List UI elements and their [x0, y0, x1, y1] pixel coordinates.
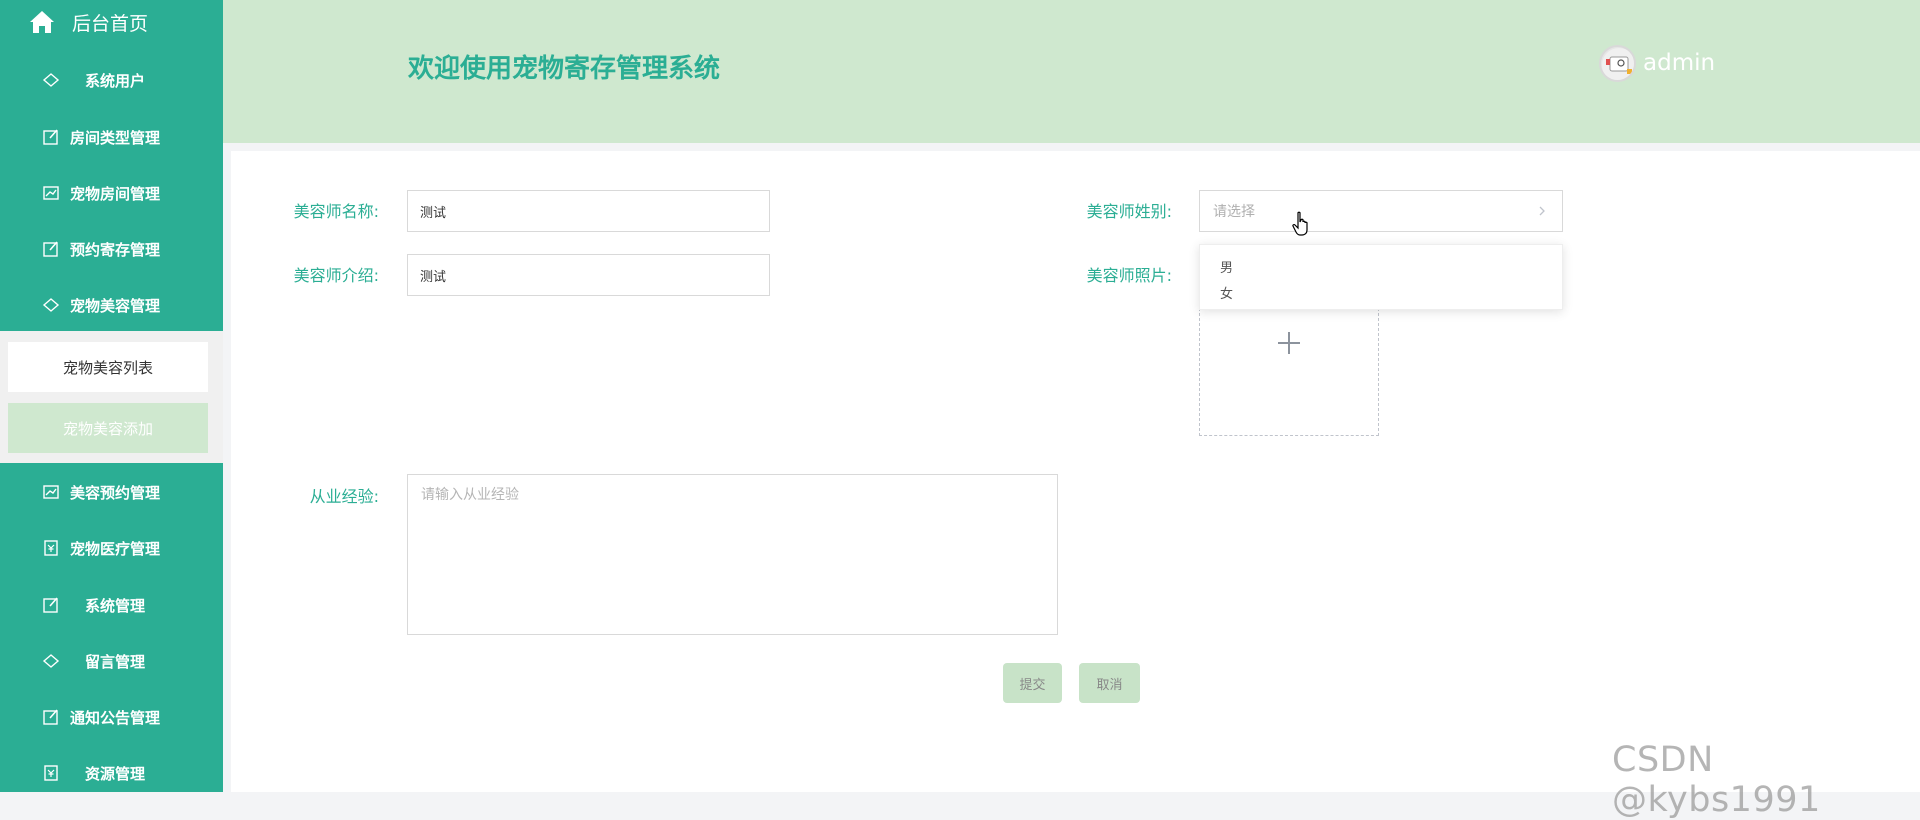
- submenu-item-grooming-list[interactable]: 宠物美容列表: [8, 342, 208, 392]
- sidebar-item-label: 美容预约管理: [70, 483, 161, 502]
- gender-dropdown: 男 女: [1199, 244, 1563, 310]
- sidebar-item-label: 房间类型管理: [70, 128, 161, 147]
- sidebar-item-label: 宠物房间管理: [70, 184, 161, 203]
- sidebar-item-label: 留言管理: [84, 652, 145, 671]
- sidebar-item-label: 系统用户: [84, 71, 145, 90]
- page-title: 欢迎使用宠物寄存管理系统: [408, 54, 721, 84]
- home-icon: [28, 9, 56, 35]
- hand-cursor-icon: [1292, 211, 1312, 237]
- cancel-button[interactable]: 取消: [1079, 663, 1140, 703]
- edit-icon: [42, 128, 60, 146]
- sidebar-item-messages[interactable]: 留言管理: [0, 633, 223, 689]
- name-input[interactable]: 测试: [407, 190, 770, 232]
- edit-icon: [42, 708, 60, 726]
- sidebar-home-label: 后台首页: [72, 12, 149, 35]
- watermark: CSDN @kybs1991: [1612, 740, 1821, 820]
- sidebar-item-label: 宠物美容管理: [70, 296, 161, 315]
- edit-icon: [42, 240, 60, 258]
- gender-option-male[interactable]: 男: [1220, 257, 1233, 276]
- diamond-icon: [42, 652, 60, 670]
- chevron-right-icon: [1536, 204, 1548, 218]
- money-icon: [42, 539, 60, 557]
- gender-option-female[interactable]: 女: [1220, 283, 1233, 302]
- money-icon: [42, 764, 60, 782]
- submit-button[interactable]: 提交: [1003, 663, 1062, 703]
- intro-label: 美容师介绍:: [293, 266, 379, 285]
- sidebar-item-grooming-booking[interactable]: 美容预约管理: [0, 464, 223, 520]
- sidebar-item-resources[interactable]: 资源管理: [0, 745, 223, 792]
- sidebar-item-booking-storage[interactable]: 预约寄存管理: [0, 221, 223, 277]
- diamond-icon: [42, 296, 60, 314]
- intro-input[interactable]: 测试: [407, 254, 770, 296]
- sidebar-item-system-users[interactable]: 系统用户: [0, 52, 223, 108]
- main-content: 美容师名称: 测试 美容师介绍: 测试 美容师姓别: 请选择 美容师照片: 男 …: [231, 151, 1920, 792]
- edit-icon: [42, 596, 60, 614]
- sidebar-item-notices[interactable]: 通知公告管理: [0, 689, 223, 745]
- plus-icon: [1275, 329, 1303, 361]
- chart-icon: [42, 483, 60, 501]
- submenu-item-grooming-add[interactable]: 宠物美容添加: [8, 403, 208, 453]
- sidebar-item-label: 资源管理: [84, 764, 145, 783]
- username[interactable]: admin: [1643, 50, 1715, 76]
- top-header: 欢迎使用宠物寄存管理系统 admin: [223, 0, 1920, 143]
- submenu-pet-grooming: 宠物美容列表 宠物美容添加: [0, 331, 223, 463]
- gender-select[interactable]: 请选择: [1199, 190, 1563, 232]
- photo-label: 美容师照片:: [1086, 266, 1172, 285]
- sidebar: 后台首页 系统用户 房间类型管理 宠物房间管理 预约寄存管理 宠物美容管理 宠物…: [0, 0, 223, 792]
- diamond-icon: [42, 71, 60, 89]
- gender-label: 美容师姓别:: [1086, 202, 1172, 221]
- sidebar-item-label: 预约寄存管理: [70, 240, 161, 259]
- chart-icon: [42, 184, 60, 202]
- sidebar-item-home[interactable]: 后台首页: [0, 0, 223, 44]
- sidebar-item-label: 宠物医疗管理: [70, 539, 161, 558]
- sidebar-item-label: 系统管理: [84, 596, 145, 615]
- gender-placeholder: 请选择: [1213, 204, 1255, 220]
- sidebar-item-label: 通知公告管理: [70, 708, 161, 727]
- sidebar-item-pet-rooms[interactable]: 宠物房间管理: [0, 165, 223, 221]
- experience-label: 从业经验:: [309, 487, 379, 506]
- sidebar-item-pet-grooming[interactable]: 宠物美容管理: [0, 277, 223, 333]
- name-label: 美容师名称:: [293, 202, 379, 221]
- avatar[interactable]: [1599, 45, 1636, 82]
- sidebar-item-system-admin[interactable]: 系统管理: [0, 577, 223, 633]
- sidebar-item-room-types[interactable]: 房间类型管理: [0, 109, 223, 165]
- sidebar-item-pet-medical[interactable]: 宠物医疗管理: [0, 520, 223, 576]
- experience-textarea[interactable]: 请输入从业经验: [407, 474, 1058, 635]
